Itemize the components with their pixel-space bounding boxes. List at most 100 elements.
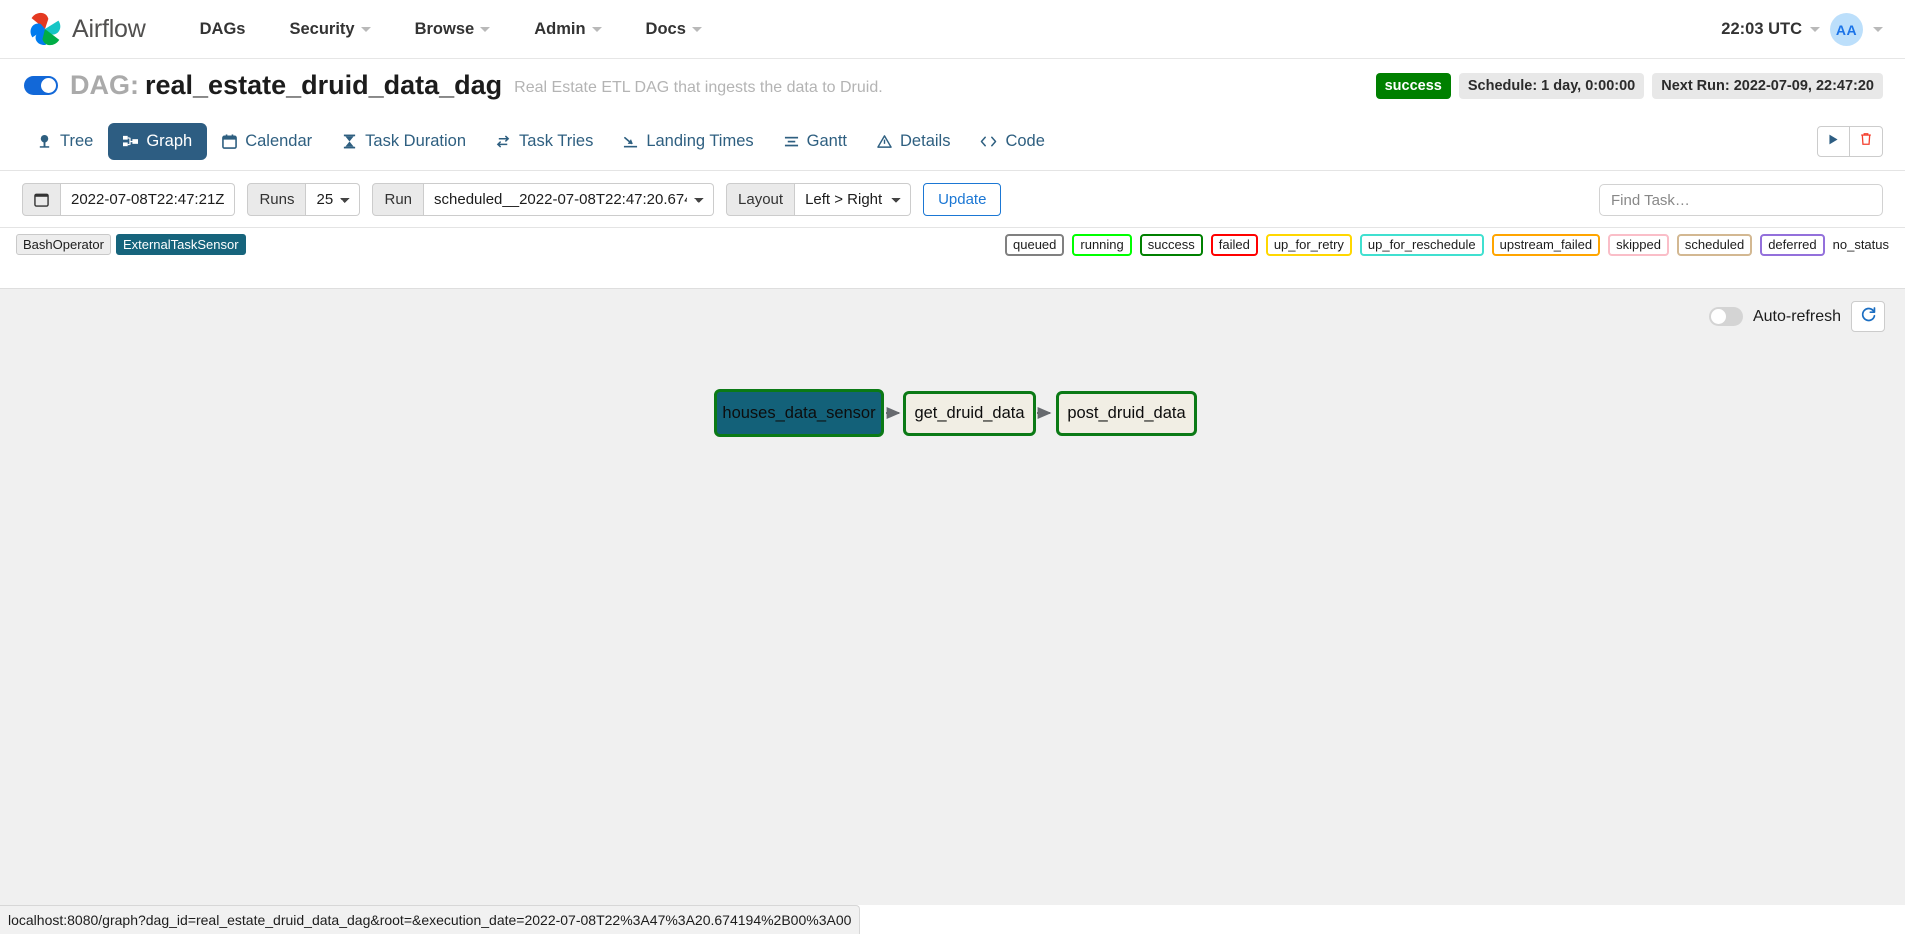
- status-legend-no-status[interactable]: no_status: [1832, 235, 1889, 254]
- dag-actions: [1817, 112, 1883, 171]
- task-node-houses-data-sensor[interactable]: houses_data_sensor: [714, 389, 884, 437]
- status-legend-skipped[interactable]: skipped: [1608, 233, 1669, 256]
- tab-gantt-label: Gantt: [806, 131, 848, 150]
- airflow-pinwheel-icon: [24, 8, 66, 50]
- nav-item-dags-label: DAGs: [199, 19, 246, 38]
- find-task-input[interactable]: [1599, 184, 1883, 216]
- chevron-down-icon: [480, 26, 491, 32]
- tab-details-label: Details: [900, 131, 951, 150]
- warning-triangle-icon: [877, 134, 892, 149]
- trigger-dag-button[interactable]: [1817, 126, 1850, 157]
- tab-landing-times-label: Landing Times: [646, 131, 754, 150]
- status-legend-failed[interactable]: failed: [1210, 233, 1258, 256]
- tab-tree-label: Tree: [60, 131, 94, 150]
- task-node-label: houses_data_sensor: [722, 403, 876, 422]
- chevron-down-icon: [360, 26, 371, 32]
- nav-item-admin-label: Admin: [534, 19, 586, 38]
- layout-label: Layout: [726, 182, 796, 216]
- dag-header: DAG: real_estate_druid_data_dag Real Est…: [0, 59, 1905, 112]
- task-node-get-druid-data[interactable]: get_druid_data: [903, 391, 1036, 436]
- status-legend-upstream-failed[interactable]: upstream_failed: [1491, 233, 1601, 256]
- legend-row: BashOperator ExternalTaskSensor queued r…: [0, 228, 1905, 261]
- tab-task-tries-label: Task Tries: [519, 131, 594, 150]
- num-runs-group: Runs 25: [247, 182, 361, 216]
- nav-item-security-label: Security: [289, 19, 355, 38]
- navbar-right: 22:03 UTC AA: [1721, 0, 1883, 59]
- graph-canvas[interactable]: Auto-refresh houses_data_sensor get_drui…: [0, 288, 1905, 905]
- layout-group: Layout Left > Right: [726, 182, 912, 216]
- tab-tree[interactable]: Tree: [22, 123, 108, 160]
- utc-clock[interactable]: 22:03 UTC: [1721, 20, 1820, 39]
- tab-graph-label: Graph: [146, 131, 193, 150]
- status-legend-success[interactable]: success: [1139, 233, 1203, 256]
- tab-graph[interactable]: Graph: [108, 122, 208, 160]
- operator-legend: BashOperator ExternalTaskSensor: [16, 234, 246, 255]
- nav-item-admin[interactable]: Admin: [512, 14, 623, 45]
- base-date-input[interactable]: 2022-07-08T22:47:21Z: [61, 182, 236, 216]
- base-date-group: 2022-07-08T22:47:21Z: [22, 182, 236, 216]
- browser-status-bar: localhost:8080/graph?dag_id=real_estate_…: [0, 905, 861, 934]
- gantt-icon: [784, 134, 799, 149]
- tab-calendar-label: Calendar: [245, 131, 313, 150]
- nav-item-browse[interactable]: Browse: [393, 14, 513, 45]
- dag-run-label: Run: [372, 182, 425, 216]
- chevron-down-icon[interactable]: [1873, 27, 1883, 32]
- tab-task-duration-label: Task Duration: [365, 131, 467, 150]
- calendar-icon[interactable]: [22, 182, 61, 216]
- status-legend: queued running success failed up_for_ret…: [1005, 228, 1889, 261]
- dag-header-badges: success Schedule: 1 day, 0:00:00 Next Ru…: [1375, 59, 1883, 112]
- hourglass-icon: [342, 134, 357, 149]
- task-node-label: post_druid_data: [1067, 404, 1186, 422]
- play-icon: [1827, 133, 1840, 151]
- delete-dag-button[interactable]: [1850, 126, 1883, 157]
- nav-item-security[interactable]: Security: [267, 14, 392, 45]
- tab-gantt[interactable]: Gantt: [769, 123, 862, 160]
- layout-select[interactable]: Left > Right: [795, 182, 912, 216]
- task-node-label: get_druid_data: [914, 404, 1025, 422]
- graph-filter-toolbar: 2022-07-08T22:47:21Z Runs 25 Run schedul…: [0, 171, 1905, 228]
- task-node-post-druid-data[interactable]: post_druid_data: [1056, 391, 1197, 436]
- chevron-down-icon: [1810, 27, 1820, 32]
- tab-landing-times[interactable]: Landing Times: [608, 123, 768, 160]
- next-run-badge[interactable]: Next Run: 2022-07-09, 22:47:20: [1652, 72, 1883, 99]
- dag-action-button-group: [1817, 126, 1883, 157]
- brand-home-link[interactable]: Airflow: [24, 8, 146, 50]
- trash-icon: [1859, 132, 1873, 151]
- num-runs-select[interactable]: 25: [306, 182, 361, 216]
- dag-description: Real Estate ETL DAG that ingests the dat…: [514, 79, 883, 96]
- operator-chip-bashoperator[interactable]: BashOperator: [16, 234, 111, 255]
- tree-icon: [37, 134, 52, 149]
- nav-item-docs[interactable]: Docs: [624, 14, 724, 45]
- calendar-icon: [222, 133, 238, 149]
- dag-pause-toggle[interactable]: [24, 76, 58, 95]
- code-brackets-icon: [980, 134, 997, 149]
- operator-chip-externaltasksensor[interactable]: ExternalTaskSensor: [115, 234, 246, 255]
- status-legend-running[interactable]: running: [1072, 233, 1132, 256]
- page-title: real_estate_druid_data_dag: [145, 70, 503, 100]
- tab-code[interactable]: Code: [965, 123, 1059, 160]
- schedule-badge[interactable]: Schedule: 1 day, 0:00:00: [1458, 72, 1645, 99]
- utc-clock-label: 22:03 UTC: [1721, 20, 1802, 38]
- tab-task-tries[interactable]: Task Tries: [481, 123, 608, 160]
- status-legend-up-for-reschedule[interactable]: up_for_reschedule: [1359, 233, 1484, 256]
- tab-details[interactable]: Details: [862, 123, 965, 160]
- tab-calendar[interactable]: Calendar: [207, 123, 327, 160]
- status-legend-up-for-retry[interactable]: up_for_retry: [1265, 233, 1352, 256]
- nav-item-docs-label: Docs: [645, 19, 686, 38]
- status-legend-queued[interactable]: queued: [1005, 233, 1065, 256]
- landing-icon: [623, 134, 638, 149]
- num-runs-label: Runs: [247, 182, 307, 216]
- dag-prefix-label: DAG:: [70, 70, 139, 100]
- dag-view-tabs: Tree Graph Calendar Task Duration Task T…: [0, 112, 1905, 171]
- nav-item-dags[interactable]: DAGs: [178, 14, 268, 45]
- dag-run-select[interactable]: scheduled__2022-07-08T22:47:20.674194+00…: [424, 182, 715, 216]
- tab-code-label: Code: [1005, 131, 1045, 150]
- status-legend-scheduled[interactable]: scheduled: [1676, 233, 1753, 256]
- avatar[interactable]: AA: [1830, 13, 1863, 46]
- status-legend-deferred[interactable]: deferred: [1760, 233, 1825, 256]
- brand-name: Airflow: [72, 14, 146, 43]
- update-button[interactable]: Update: [923, 182, 1002, 216]
- dag-run-group: Run scheduled__2022-07-08T22:47:20.67419…: [372, 182, 715, 216]
- nav-links: DAGs Security Browse Admin Docs: [178, 14, 724, 45]
- tab-task-duration[interactable]: Task Duration: [327, 123, 481, 160]
